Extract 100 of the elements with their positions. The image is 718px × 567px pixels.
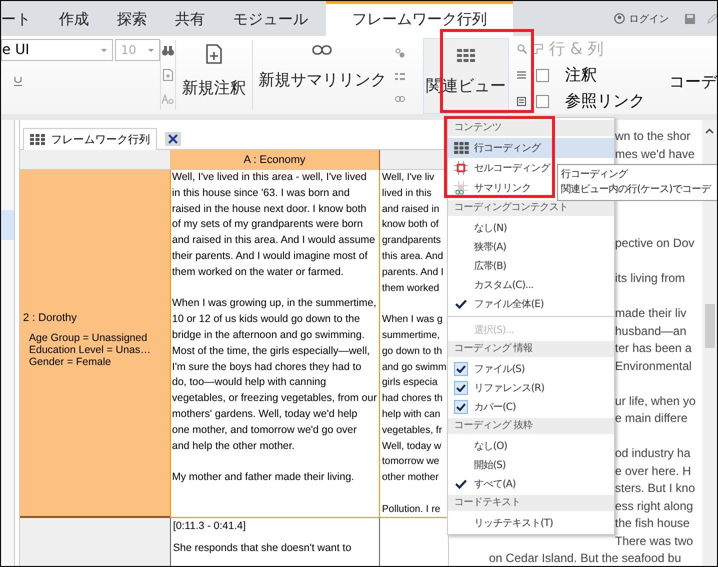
document-plus-icon[interactable] xyxy=(162,68,173,81)
cell-text: this area. And xyxy=(382,250,444,264)
menu-section-header: コンテンツ xyxy=(448,120,614,136)
menu-item[interactable]: リッチテキスト(T) xyxy=(448,513,614,532)
cell-text: other mother xyxy=(382,471,439,486)
save-icon[interactable] xyxy=(685,14,695,24)
document-plus-icon xyxy=(206,44,222,64)
new-annotation-button[interactable]: 新規注釈 xyxy=(176,36,252,114)
transcript-text: There was two xyxy=(615,532,694,550)
transcript-text: e over here. H xyxy=(615,462,692,480)
transcript-text: Environmental xyxy=(615,358,692,374)
attribute-text: Education Level = Unas… xyxy=(29,344,152,356)
cell-text: go down to th xyxy=(382,344,442,359)
transcript-text: mes we'd have xyxy=(615,146,695,162)
check-icon xyxy=(455,298,467,308)
document-tab[interactable]: フレームワーク行列 xyxy=(23,128,157,150)
scrollbar-thumb[interactable] xyxy=(704,304,714,348)
cell-text: them worked xyxy=(382,282,440,296)
cell-paragraph: When I was growing up, in the summertime, 10 or 12 of us kids would go down to the bridge in the afternoon and go swimming. Most of the time, the girls especially—well, I'm sure the boys had chores they had to do, too—would help with canning vegetables, or freezing vegetables, from our mothers' gardens. Well, today we'd help one mother, and tomorrow we'd go over and help the other mother. xyxy=(172,296,377,454)
cell-paragraph: My mother and father made their living. xyxy=(172,470,356,486)
pencil-icon[interactable] xyxy=(707,14,717,24)
checkbox[interactable] xyxy=(536,94,550,108)
cell-text: know both of xyxy=(382,218,439,232)
nodes-icon[interactable] xyxy=(394,48,405,58)
transcript-text: ess right along xyxy=(615,498,694,514)
list-icon[interactable] xyxy=(394,72,405,81)
transcript-text: sters. But I kno xyxy=(615,480,696,497)
menu-item[interactable]: すべて(A) xyxy=(448,474,614,493)
summary-cell[interactable]: [0:11.3 - 0:41.4] She responds that she doesn't want to xyxy=(170,518,380,566)
link-grid-icon xyxy=(454,181,468,195)
check-icon xyxy=(454,380,468,394)
transcript-text: husband—an xyxy=(615,322,686,340)
cell-text: Well, I've liv xyxy=(382,171,434,185)
cell-text: Pollution. I re xyxy=(382,502,440,517)
cell-text: tomorrow we xyxy=(382,455,440,470)
binoculars-icon[interactable] xyxy=(162,46,174,56)
cell-text: vegetables, fr xyxy=(382,424,442,438)
ribbon-tab[interactable]: 探索 xyxy=(103,1,161,36)
menu-item[interactable]: 狭帯(A) xyxy=(448,237,614,256)
menu-item[interactable]: リファレンス(R) xyxy=(448,378,614,397)
tooltip-title: 行コーディング xyxy=(561,168,629,182)
close-icon[interactable] xyxy=(165,132,181,146)
ribbon-tab[interactable]: モジュール xyxy=(219,1,322,36)
check-icon xyxy=(454,400,468,414)
font-name-field[interactable]: e UI xyxy=(1,39,113,61)
menu-item[interactable]: なし(N) xyxy=(448,218,614,237)
caret-icon xyxy=(148,48,154,52)
cell-text: lived in this xyxy=(382,186,432,201)
grid-icon xyxy=(457,49,476,62)
transcript-text: on Cedar Island. But the seafood bu xyxy=(489,550,682,566)
cell-text: grandparents xyxy=(382,234,441,248)
menu-item[interactable]: カバー(C) xyxy=(448,397,614,416)
menu-item[interactable]: カスタム(C)... xyxy=(448,275,614,294)
menu-item[interactable]: 行コーディング xyxy=(448,138,614,158)
menu-item[interactable]: 開始(S) xyxy=(448,455,614,474)
cell-text: parents. And I xyxy=(382,266,444,280)
checkbox-label: 注釈 xyxy=(565,64,598,86)
timestamp-text: [0:11.3 - 0:41.4] xyxy=(173,520,247,532)
zoom-icon[interactable] xyxy=(517,44,528,54)
menu-item[interactable]: ファイル(S) xyxy=(448,359,614,378)
link-icon xyxy=(312,44,332,56)
tooltip-text: 関連ビュー内の行(ケース)でコーデ xyxy=(561,182,712,197)
transcript-text: its living from xyxy=(615,270,686,287)
cell-text: help with can xyxy=(382,408,440,422)
cell-text: had chores th xyxy=(382,392,443,406)
underline-icon[interactable] xyxy=(14,77,22,86)
cell-text: summertime, xyxy=(382,328,440,343)
transcript-text: od industry ha xyxy=(615,445,690,462)
lines-icon xyxy=(517,71,526,79)
ribbon-label: コーデ xyxy=(669,72,717,93)
attribute-text: Age Group = Unassigned xyxy=(29,332,148,344)
login-link[interactable]: ログイン xyxy=(629,12,669,26)
new-summary-link-button[interactable]: 新規サマリリンク xyxy=(252,36,392,114)
scrollbar[interactable] xyxy=(702,120,717,566)
menu-item[interactable]: 広帯(B) xyxy=(448,256,614,275)
ribbon-tab[interactable]: 共有 xyxy=(161,1,219,36)
cell-text: When I was g xyxy=(382,313,443,328)
ribbon-tab[interactable]: ート xyxy=(1,1,45,36)
check-icon xyxy=(454,362,468,376)
link-icon[interactable] xyxy=(394,96,405,102)
check-icon xyxy=(455,478,467,488)
transcript-text: e main differe xyxy=(615,410,688,427)
text-size-icon[interactable] xyxy=(162,94,174,104)
checkbox-label: 参照リンク xyxy=(565,90,646,112)
ribbon-tab[interactable]: フレームワーク行列 xyxy=(326,1,513,36)
note-icon xyxy=(517,96,526,106)
cell-text: girls especia xyxy=(382,376,438,390)
checkbox[interactable] xyxy=(536,68,550,82)
menu-section-header: コーディング 抜粋 xyxy=(448,418,614,434)
table-icon[interactable] xyxy=(533,44,544,54)
column-header[interactable]: A : Economy xyxy=(170,150,380,170)
transcript-text: the fish house xyxy=(615,515,690,532)
row-header[interactable]: 2 : Dorothy Age Group = Unassigned Education Level = Unas… Gender = Female xyxy=(20,170,170,518)
user-icon xyxy=(614,13,625,24)
ribbon-tab[interactable]: 作成 xyxy=(45,1,103,36)
matrix-cell[interactable] xyxy=(170,170,380,518)
scroll-up-icon[interactable] xyxy=(705,128,714,134)
menu-item[interactable]: ファイル全体(E) xyxy=(448,294,614,313)
menu-item[interactable]: なし(O) xyxy=(448,436,614,455)
transcript-text: made their liv xyxy=(615,305,686,322)
